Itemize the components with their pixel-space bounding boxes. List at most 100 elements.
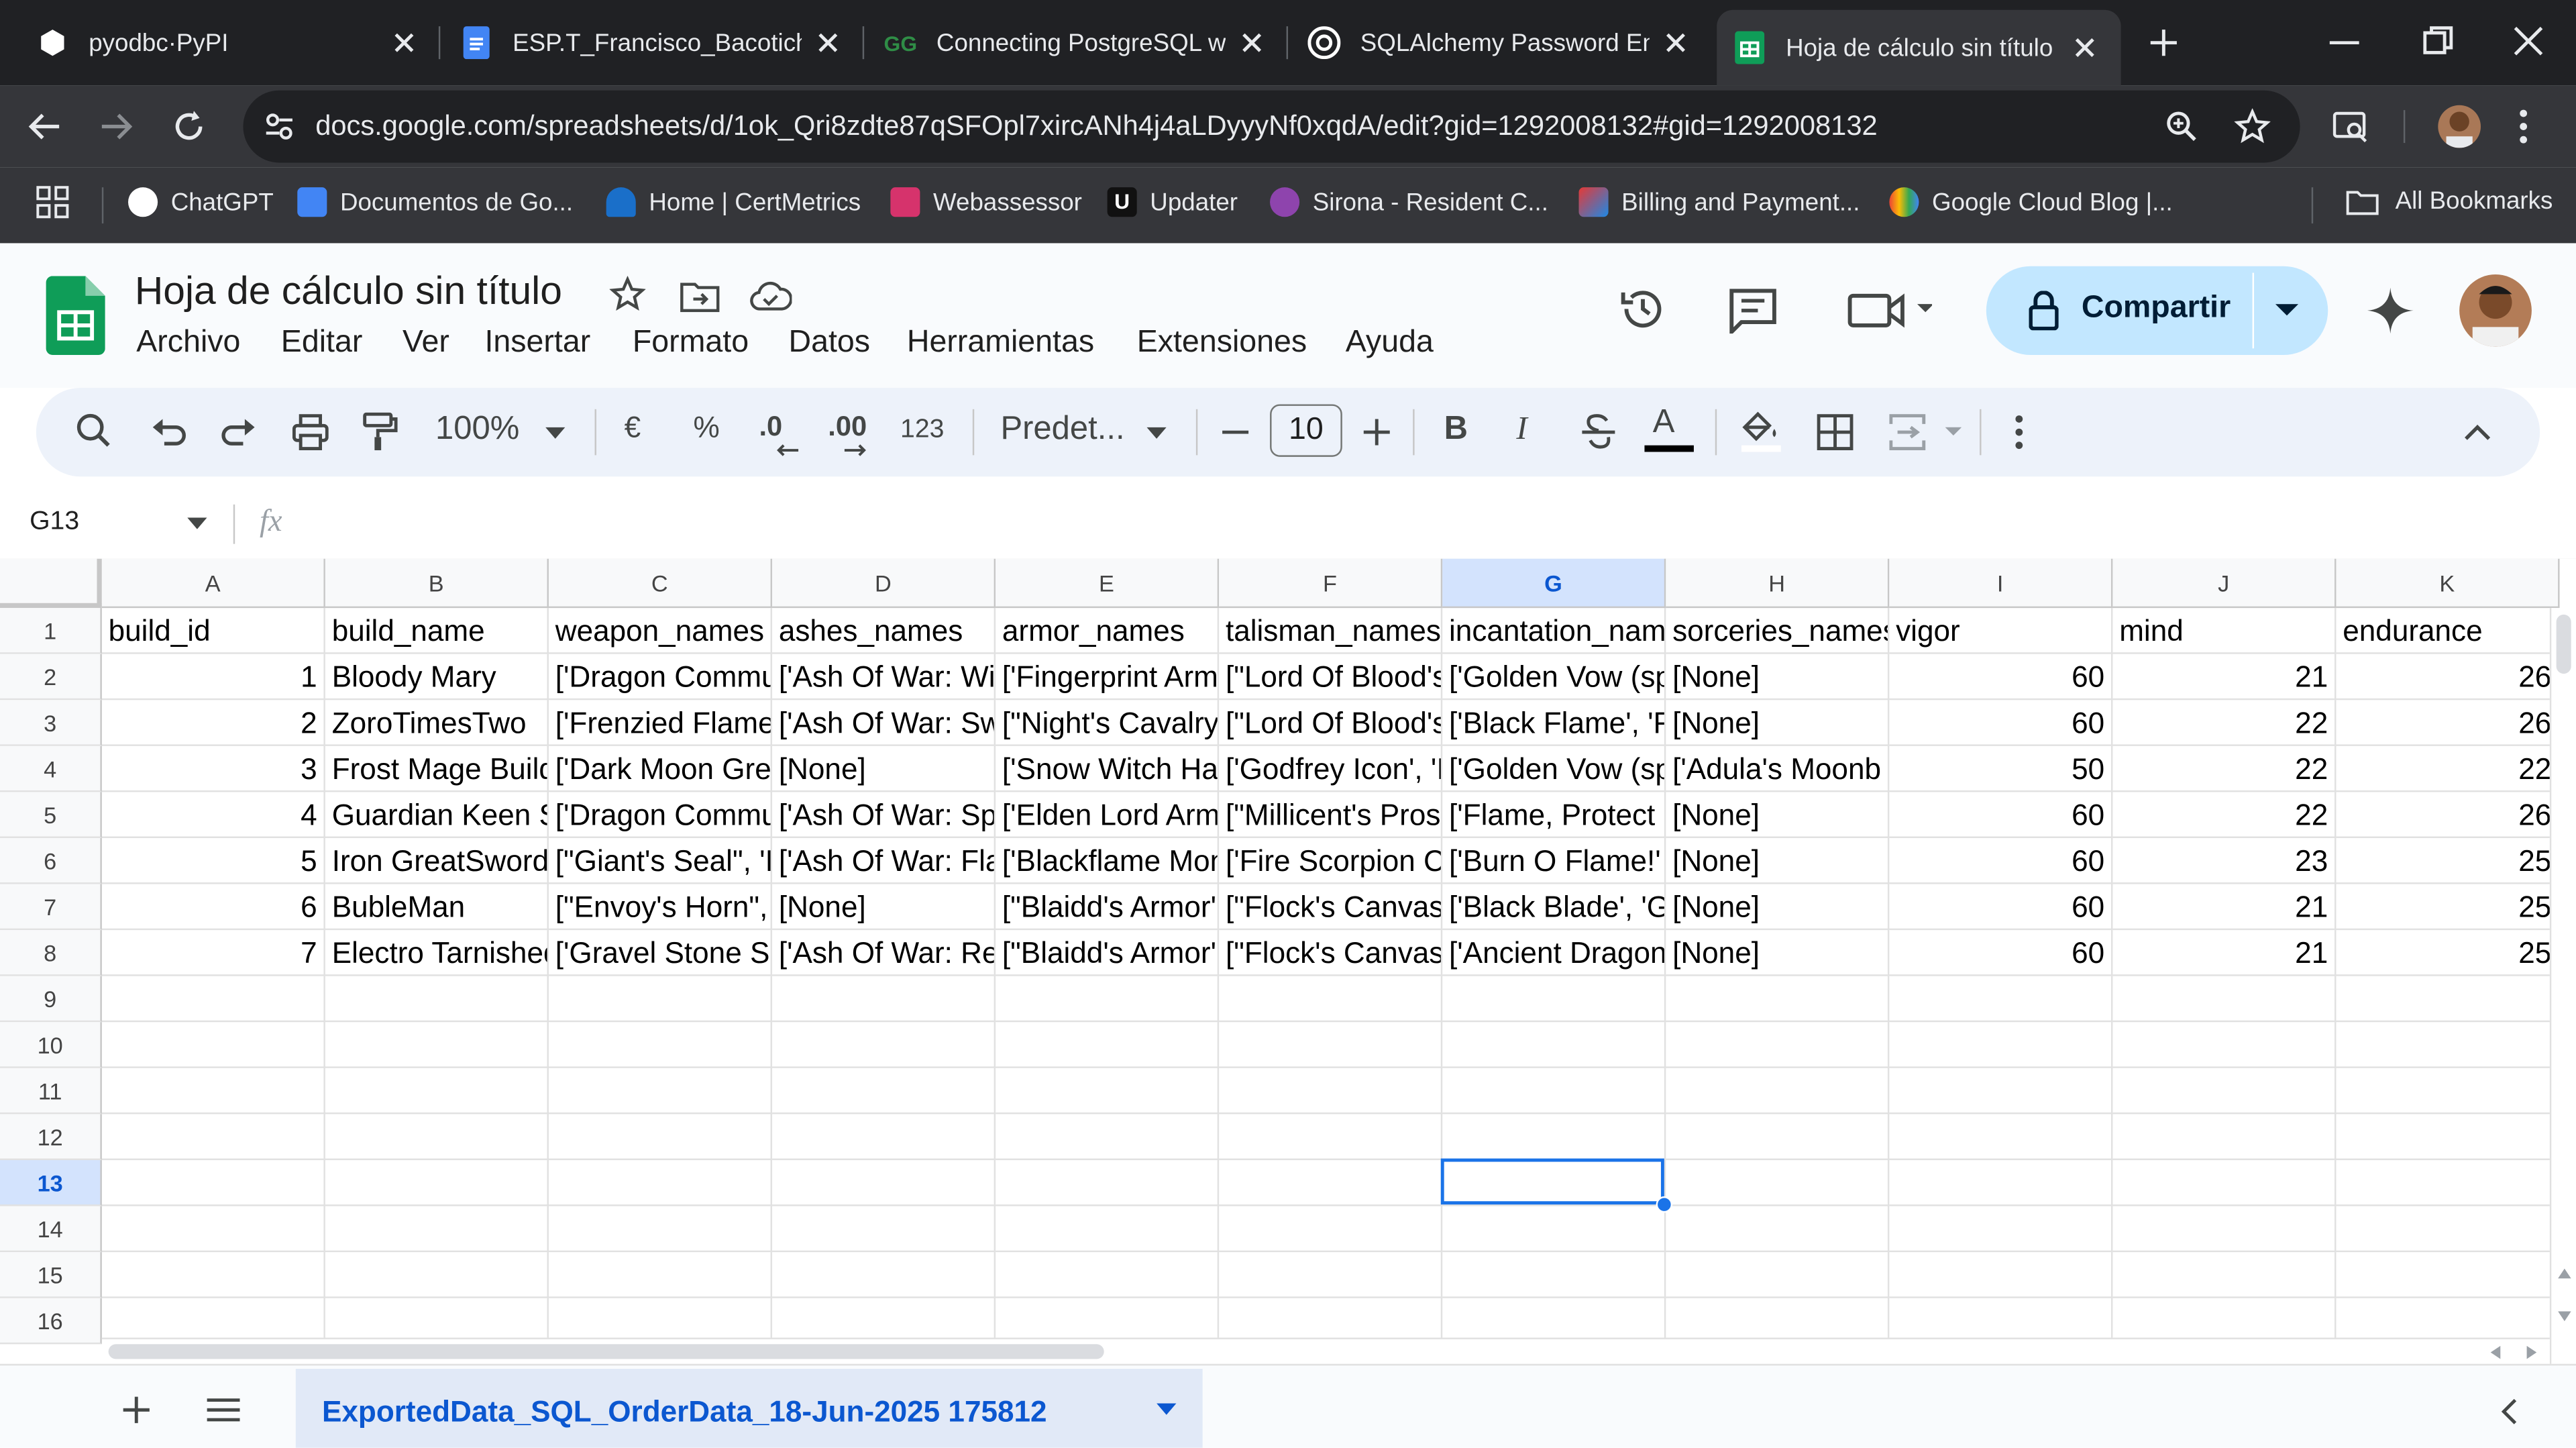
cell-f1[interactable]: talisman_names — [1219, 608, 1443, 654]
cell-i3[interactable]: 60 — [1889, 700, 2113, 746]
bookmark-documentos[interactable]: Documentos de Go... — [297, 187, 573, 217]
cell-d15[interactable] — [772, 1252, 996, 1298]
row-header-6[interactable]: 6 — [0, 837, 102, 884]
horizontal-scrollbar[interactable] — [101, 1337, 2550, 1364]
cell-f3[interactable]: ["Lord Of Blood's — [1219, 700, 1443, 746]
cell-f8[interactable]: ["Flock's Canvas — [1219, 930, 1443, 976]
cell-a11[interactable] — [101, 1068, 325, 1115]
back-icon[interactable] — [26, 109, 62, 145]
site-info-icon[interactable] — [263, 110, 296, 143]
column-header-g[interactable]: G — [1442, 558, 1666, 609]
cell-h6[interactable]: [None] — [1666, 837, 1890, 884]
row-header-5[interactable]: 5 — [0, 792, 102, 838]
minimize-icon[interactable] — [2329, 41, 2359, 45]
cell-j12[interactable] — [2112, 1114, 2337, 1160]
cell-c4[interactable]: ['Dark Moon Gre — [548, 745, 773, 792]
zoom-dropdown-icon[interactable] — [545, 427, 566, 439]
cell-i10[interactable] — [1889, 1022, 2113, 1068]
star-icon[interactable] — [609, 276, 646, 312]
cell-f14[interactable] — [1219, 1206, 1443, 1253]
cell-d12[interactable] — [772, 1114, 996, 1160]
bookmark-sirona[interactable]: Sirona - Resident C... — [1270, 187, 1548, 217]
more-formats-button[interactable]: 123 — [900, 416, 944, 446]
column-header-k[interactable]: K — [2336, 558, 2560, 609]
cell-f2[interactable]: ["Lord Of Blood's — [1219, 654, 1443, 701]
bookmark-google-cloud[interactable]: Google Cloud Blog |... — [1889, 187, 2173, 217]
cell-b13[interactable] — [325, 1159, 549, 1206]
cell-e15[interactable] — [996, 1252, 1220, 1298]
row-header-4[interactable]: 4 — [0, 745, 102, 792]
bookmark-billing[interactable]: Billing and Payment... — [1578, 187, 1860, 217]
row-header-1[interactable]: 1 — [0, 608, 102, 654]
search-menus-icon[interactable] — [76, 413, 112, 449]
cell-k6[interactable]: 25 — [2336, 837, 2560, 884]
cell-b15[interactable] — [325, 1252, 549, 1298]
font-dropdown-icon[interactable] — [1146, 427, 1167, 439]
cell-j1[interactable]: mind — [2112, 608, 2337, 654]
cell-h3[interactable]: [None] — [1666, 700, 1890, 746]
cell-j11[interactable] — [2112, 1068, 2337, 1115]
cell-i1[interactable]: vigor — [1889, 608, 2113, 654]
close-tab-icon[interactable] — [1662, 30, 1688, 56]
restore-icon[interactable] — [2423, 26, 2453, 56]
tab-esp-doc[interactable]: ESP.T_Francisco_Bacotich_ — [460, 0, 865, 85]
cell-d10[interactable] — [772, 1022, 996, 1068]
cell-e12[interactable] — [996, 1114, 1220, 1160]
version-history-icon[interactable] — [1618, 285, 1667, 333]
cell-k13[interactable] — [2336, 1159, 2560, 1206]
cell-a15[interactable] — [101, 1252, 325, 1298]
cell-f4[interactable]: ['Godfrey Icon', 'I — [1219, 745, 1443, 792]
bookmark-certmetrics[interactable]: Home | CertMetrics — [606, 187, 861, 217]
cell-g11[interactable] — [1442, 1068, 1666, 1115]
close-tab-icon[interactable] — [1239, 30, 1265, 56]
cell-g1[interactable]: incantation_names — [1442, 608, 1666, 654]
cell-k3[interactable]: 26 — [2336, 700, 2560, 746]
name-box-dropdown-icon[interactable] — [187, 517, 207, 529]
cell-g2[interactable]: ['Golden Vow (sp — [1442, 654, 1666, 701]
currency-format-button[interactable]: € — [625, 411, 641, 445]
cell-i7[interactable]: 60 — [1889, 884, 2113, 931]
sheet-tab-active[interactable]: ExportedData_SQL_OrderData_18-Jun-2025 1… — [295, 1369, 1203, 1448]
cell-c7[interactable]: ["Envoy's Horn", — [548, 884, 773, 931]
row-header-8[interactable]: 8 — [0, 930, 102, 976]
cell-b4[interactable]: Frost Mage Build — [325, 745, 549, 792]
cell-c11[interactable] — [548, 1068, 773, 1115]
cell-f7[interactable]: ["Flock's Canvas — [1219, 884, 1443, 931]
cell-k1[interactable]: endurance — [2336, 608, 2560, 654]
cell-e14[interactable] — [996, 1206, 1220, 1253]
row-header-11[interactable]: 11 — [0, 1068, 102, 1115]
font-family-select[interactable]: Predet... — [1000, 411, 1124, 448]
collapse-menus-icon[interactable] — [2464, 424, 2491, 440]
cell-k15[interactable] — [2336, 1252, 2560, 1298]
cell-a13[interactable] — [101, 1159, 325, 1206]
column-header-i[interactable]: I — [1889, 558, 2113, 609]
cell-h14[interactable] — [1666, 1206, 1890, 1253]
all-sheets-icon[interactable] — [207, 1398, 240, 1422]
all-bookmarks-button[interactable]: All Bookmarks — [2346, 187, 2553, 215]
close-window-icon[interactable] — [2514, 26, 2543, 56]
cell-f12[interactable] — [1219, 1114, 1443, 1160]
undo-icon[interactable] — [151, 416, 187, 449]
paint-format-icon[interactable] — [362, 412, 398, 452]
selected-cell-outline[interactable] — [1440, 1158, 1664, 1205]
row-header-3[interactable]: 3 — [0, 700, 102, 746]
row-header-9[interactable]: 9 — [0, 976, 102, 1023]
cell-e11[interactable] — [996, 1068, 1220, 1115]
cell-k5[interactable]: 26 — [2336, 792, 2560, 838]
italic-button[interactable]: I — [1516, 411, 1527, 448]
sheets-logo-icon[interactable] — [46, 276, 105, 355]
menu-herramientas[interactable]: Herramientas — [907, 325, 1094, 362]
cell-e4[interactable]: ['Snow Witch Ha — [996, 745, 1220, 792]
cell-k14[interactable] — [2336, 1206, 2560, 1253]
row-header-12[interactable]: 12 — [0, 1114, 102, 1160]
cell-j6[interactable]: 23 — [2112, 837, 2337, 884]
cell-e1[interactable]: armor_names — [996, 608, 1220, 654]
cell-g4[interactable]: ['Golden Vow (sp — [1442, 745, 1666, 792]
cell-d8[interactable]: ['Ash Of War: Re — [772, 930, 996, 976]
cell-h1[interactable]: sorceries_names — [1666, 608, 1890, 654]
column-header-c[interactable]: C — [548, 558, 773, 609]
new-tab-icon[interactable] — [2145, 25, 2182, 61]
formula-input[interactable] — [312, 497, 2546, 552]
cell-c8[interactable]: ['Gravel Stone S — [548, 930, 773, 976]
cell-c12[interactable] — [548, 1114, 773, 1160]
